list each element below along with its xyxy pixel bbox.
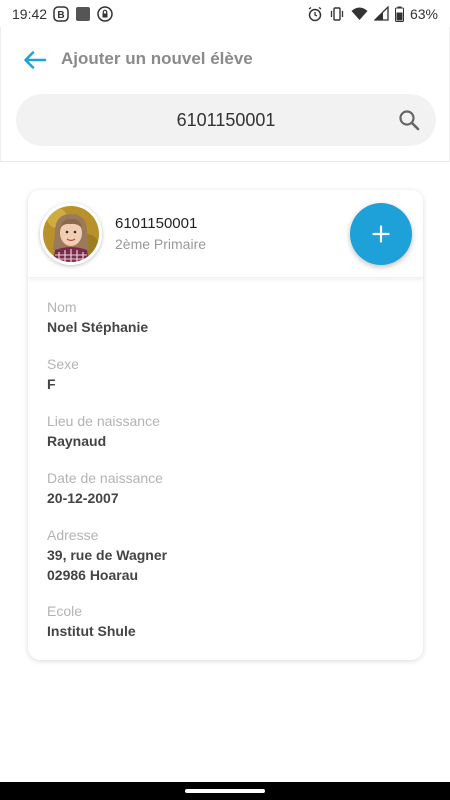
field-date-naissance: Date de naissance 20-12-2007	[47, 469, 163, 508]
field-adresse: Adresse 39, rue de Wagner 02986 Hoarau	[47, 526, 167, 585]
field-sexe: Sexe F	[47, 355, 79, 394]
field-label: Ecole	[47, 603, 83, 619]
field-value: 20-12-2007	[47, 490, 119, 506]
field-value: F	[47, 376, 56, 392]
student-class: 2ème Primaire	[115, 236, 207, 252]
field-ecole: Ecole Institut Shule	[47, 602, 136, 641]
search-icon[interactable]	[398, 109, 420, 131]
battery-level: 63%	[409, 5, 438, 22]
vibrate-icon	[329, 6, 345, 22]
field-value: Noel Stéphanie	[47, 319, 149, 335]
back-button[interactable]	[21, 47, 49, 73]
wifi-icon	[351, 6, 368, 22]
app-header: Ajouter un nouvel élève	[0, 27, 450, 162]
field-nom: Nom Noel Stéphanie	[47, 298, 148, 337]
field-label: Nom	[47, 299, 77, 315]
battery-icon	[394, 6, 404, 22]
field-lieu-naissance: Lieu de naissance Raynaud	[47, 412, 160, 451]
student-id: 6101150001	[115, 215, 198, 232]
page-title: Ajouter un nouvel élève	[61, 49, 253, 68]
signal-icon	[373, 5, 389, 22]
vpn-lock-icon	[97, 5, 113, 22]
arrow-left-icon	[24, 51, 47, 69]
avatar	[40, 203, 102, 265]
field-value-line1: 39, rue de Wagner	[47, 547, 168, 563]
plus-icon	[372, 225, 390, 243]
field-label: Lieu de naissance	[47, 413, 160, 429]
alarm-icon	[307, 6, 323, 22]
field-value: Raynaud	[47, 433, 107, 449]
field-value: Institut Shule	[47, 623, 136, 639]
status-time: 19:42	[12, 5, 48, 22]
student-card: 6101150001 2ème Primaire Nom Noel Stépha…	[28, 190, 423, 660]
student-card-header: 6101150001 2ème Primaire	[28, 190, 423, 278]
field-label: Adresse	[47, 527, 99, 543]
svg-text:B: B	[57, 10, 64, 21]
field-label: Date de naissance	[47, 470, 163, 486]
app-square-icon	[75, 6, 91, 22]
search-bar	[16, 94, 436, 146]
field-value-line2: 02986 Hoarau	[47, 567, 139, 583]
add-student-button[interactable]	[350, 203, 412, 265]
home-handle[interactable]	[185, 789, 265, 793]
search-input[interactable]	[36, 94, 396, 146]
bitcoin-icon: B	[53, 5, 69, 22]
status-bar: 19:42 B 63%	[0, 0, 450, 27]
system-nav-bar	[0, 782, 450, 800]
field-label: Sexe	[47, 356, 79, 372]
